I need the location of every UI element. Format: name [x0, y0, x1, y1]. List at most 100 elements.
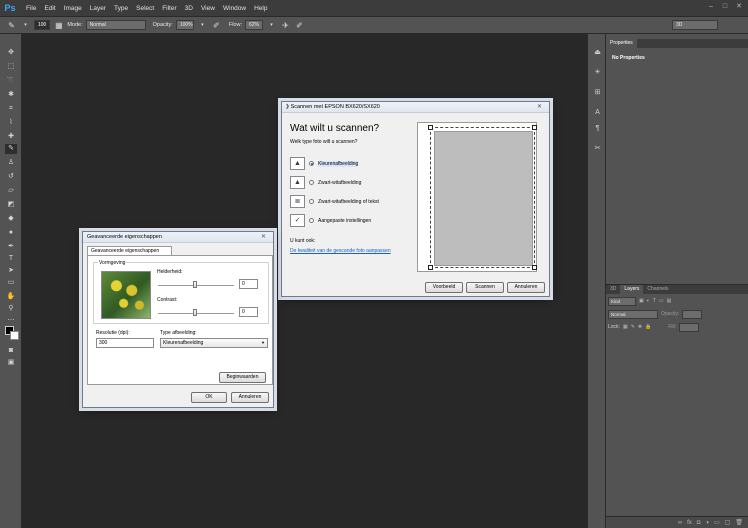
new-group-icon[interactable]: ▭ [714, 519, 720, 526]
scan-button[interactable]: Scannen [466, 282, 504, 293]
menu-help[interactable]: Help [250, 5, 271, 12]
option-custom-settings[interactable]: ✓ Aangepaste instellingen [290, 213, 371, 228]
blur-tool-icon[interactable]: ◆ [5, 214, 17, 224]
cancel-button[interactable]: Annuleren [231, 392, 269, 403]
healing-tool-icon[interactable]: ✚ [5, 132, 17, 142]
properties-panel-icon[interactable]: ⊞ [592, 88, 603, 98]
background-color-swatch[interactable] [10, 331, 19, 340]
resolution-stepper[interactable]: 300 [96, 338, 154, 348]
cancel-button[interactable]: Annuleren [507, 282, 545, 293]
quick-select-tool-icon[interactable]: ✱ [5, 90, 17, 100]
actions-panel-icon[interactable]: ☀ [592, 68, 603, 78]
blend-mode-select[interactable]: Normal [608, 309, 658, 319]
tab-advanced-properties[interactable]: Geavanceerde eigenschappen [87, 246, 172, 255]
layer-kind-filter[interactable]: Kind [608, 296, 636, 306]
lasso-tool-icon[interactable]: ➰ [5, 76, 17, 86]
menu-window[interactable]: Window [219, 5, 250, 12]
menu-layer[interactable]: Layer [86, 5, 110, 12]
flow-dropdown-icon[interactable]: ▾ [266, 20, 277, 31]
lock-paint-icon[interactable]: ✎ [631, 324, 635, 330]
lock-pixels-icon[interactable]: ▦ [623, 324, 628, 330]
option-color-picture[interactable]: ▲ Kleurenafbeelding [290, 156, 359, 171]
tab-3d[interactable]: 3D [606, 285, 620, 294]
preview-selection[interactable] [428, 125, 537, 270]
preview-button[interactable]: Voorbeeld [425, 282, 463, 293]
filter-type-icon[interactable]: T [653, 298, 656, 304]
opacity-dropdown-icon[interactable]: ▾ [197, 20, 208, 31]
menu-type[interactable]: Type [110, 5, 132, 12]
new-layer-icon[interactable]: ▢ [725, 519, 731, 526]
brush-size-field[interactable]: 100 [34, 20, 51, 30]
ok-button[interactable]: OK [191, 392, 227, 403]
scan-dialog-titlebar[interactable]: ⟫ Scannen met EPSON BX620/SX620 ✕ [282, 102, 549, 113]
contrast-slider-thumb[interactable] [193, 309, 197, 316]
menu-view[interactable]: View [197, 5, 219, 12]
filter-shape-icon[interactable]: ▭ [659, 298, 664, 304]
link-layers-icon[interactable]: ∞ [678, 520, 682, 526]
screen-mode-icon[interactable]: ▣ [5, 358, 17, 368]
type-tool-icon[interactable]: T [5, 254, 17, 264]
character-panel-icon[interactable]: A [592, 108, 603, 118]
quick-mask-icon[interactable]: ◙ [5, 346, 17, 356]
tab-properties[interactable]: Properties [606, 39, 637, 48]
resize-handle[interactable] [532, 125, 537, 130]
marquee-tool-icon[interactable]: ⬚ [5, 62, 17, 72]
layer-mask-icon[interactable]: ◘ [697, 520, 701, 526]
mode-select[interactable]: Normal [85, 20, 146, 30]
eyedropper-tool-icon[interactable]: ⌇ [5, 118, 17, 128]
close-icon[interactable]: ✕ [734, 3, 744, 11]
history-brush-tool-icon[interactable]: ↺ [5, 172, 17, 182]
delete-layer-icon[interactable]: 🗑 [735, 519, 743, 526]
resize-handle[interactable] [428, 125, 433, 130]
tool-presets-icon[interactable]: ✂ [592, 144, 603, 154]
stamp-tool-icon[interactable]: ♙ [5, 158, 17, 168]
minimize-icon[interactable]: – [706, 3, 716, 11]
menu-3d[interactable]: 3D [181, 5, 197, 12]
hand-tool-icon[interactable]: ✋ [5, 292, 17, 302]
move-tool-icon[interactable]: ✥ [5, 48, 17, 58]
eraser-tool-icon[interactable]: ▱ [5, 186, 17, 196]
filter-pixel-icon[interactable]: ▣ [639, 298, 644, 304]
workspace-switcher[interactable]: 3D [672, 20, 718, 30]
flow-field[interactable]: 62% [244, 20, 263, 30]
zoom-tool-icon[interactable]: ⚲ [5, 304, 17, 314]
option-grayscale-picture[interactable]: ▲ Zwart-witafbeelding [290, 175, 361, 190]
crop-tool-icon[interactable]: ⌗ [5, 104, 17, 114]
menu-edit[interactable]: Edit [40, 5, 59, 12]
pressure-size-icon[interactable]: ✐ [294, 20, 305, 31]
history-panel-icon[interactable]: ⏏ [592, 48, 603, 58]
picture-type-select[interactable]: Kleurenafbeelding [160, 338, 268, 348]
layer-opacity-field[interactable] [682, 309, 703, 319]
resize-handle[interactable] [428, 265, 433, 270]
close-icon[interactable]: ✕ [533, 104, 546, 111]
brush-tool-icon[interactable]: ✎ [6, 20, 17, 31]
layer-style-icon[interactable]: fx [687, 520, 692, 526]
gradient-tool-icon[interactable]: ◩ [5, 200, 17, 210]
opacity-field[interactable]: 100% [175, 20, 194, 30]
brightness-value[interactable]: 0 [239, 279, 258, 289]
close-icon[interactable]: ✕ [257, 234, 270, 241]
airbrush-icon[interactable]: ✈ [280, 20, 291, 31]
radio-black-white-text[interactable] [309, 199, 314, 204]
tab-channels[interactable]: Channels [643, 285, 672, 294]
menu-select[interactable]: Select [132, 5, 158, 12]
lock-move-icon[interactable]: ✥ [638, 324, 642, 330]
pen-tool-icon[interactable]: ✒ [5, 242, 17, 252]
tab-layers[interactable]: Layers [620, 285, 644, 294]
shape-tool-icon[interactable]: ▭ [5, 278, 17, 288]
adjustment-layer-icon[interactable]: ◑ [705, 520, 709, 526]
filter-smart-icon[interactable]: ▤ [667, 298, 672, 304]
radio-custom-settings[interactable] [309, 218, 314, 223]
paragraph-panel-icon[interactable]: ¶ [592, 124, 603, 134]
reset-button[interactable]: Beginwaarden [219, 372, 266, 383]
path-select-tool-icon[interactable]: ➤ [5, 266, 17, 276]
filter-adjust-icon[interactable]: ◐ [647, 298, 650, 304]
pressure-opacity-icon[interactable]: ✐ [211, 20, 222, 31]
more-tools-icon[interactable]: ⋯ [5, 316, 17, 326]
radio-grayscale-picture[interactable] [309, 180, 314, 185]
menu-filter[interactable]: Filter [158, 5, 180, 12]
contrast-value[interactable]: 0 [239, 307, 258, 317]
brightness-slider-thumb[interactable] [193, 281, 197, 288]
dodge-tool-icon[interactable]: ● [5, 228, 17, 238]
lock-all-icon[interactable]: 🔒 [645, 324, 651, 330]
